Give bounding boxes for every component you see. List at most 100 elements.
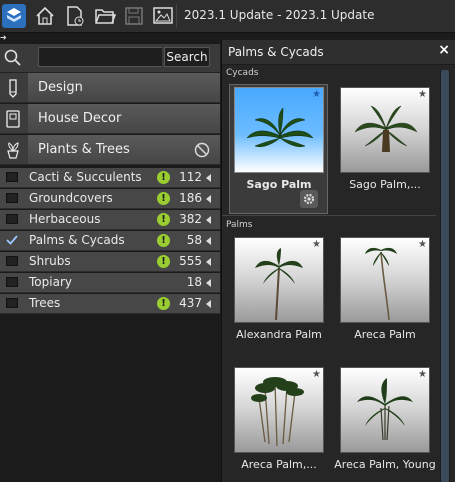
library-header: Palms & Cycads × [222, 40, 455, 65]
expand-arrow-icon[interactable] [206, 237, 211, 245]
plant-icon [7, 142, 19, 159]
checkmark-icon[interactable] [6, 235, 18, 245]
item-thumbnail [340, 87, 430, 173]
subcategory-row[interactable]: Trees ! 437 [0, 294, 220, 314]
subcategory-name: Shrubs [29, 254, 71, 268]
open-folder-icon[interactable] [92, 3, 118, 29]
alert-icon: ! [157, 213, 170, 226]
favorite-star-icon[interactable]: ★ [418, 89, 427, 100]
library-panel: Palms & Cycads × Cycads ★ Sago Palm ★ Sa… [221, 40, 455, 482]
item-count: 382 [179, 212, 202, 226]
sago-palm-variant-image [354, 105, 418, 152]
checkbox[interactable] [6, 214, 18, 224]
expand-arrow-icon[interactable] [206, 279, 211, 287]
subcategory-name: Herbaceous [29, 212, 101, 226]
subcategory-row[interactable]: Shrubs ! 555 [0, 252, 220, 272]
expand-arrow-icon[interactable] [206, 174, 211, 182]
category-label: House Decor [38, 111, 122, 126]
window-title: 2023.1 Update - 2023.1 Update [184, 8, 375, 22]
favorite-star-icon[interactable]: ★ [312, 369, 321, 380]
section-label-cycads: Cycads [226, 68, 259, 78]
new-document-icon[interactable] [62, 3, 88, 29]
alert-icon: ! [157, 192, 170, 205]
favorite-star-icon[interactable]: ★ [418, 239, 427, 250]
item-areca-palm-2[interactable]: ★ Areca Palm,... [234, 367, 324, 475]
main-toolbar: 2023.1 Update - 2023.1 Update [0, 0, 455, 33]
subcategory-row[interactable]: Palms & Cycads ! 58 [0, 231, 220, 251]
toolbar-separator [176, 4, 177, 28]
expand-arrow-icon[interactable] [206, 216, 211, 224]
favorite-star-icon[interactable]: ★ [312, 89, 321, 100]
item-areca-palm[interactable]: ★ Areca Palm [340, 237, 430, 345]
subcategory-row[interactable]: Topiary 18 [0, 273, 220, 293]
favorite-star-icon[interactable]: ★ [312, 239, 321, 250]
checkbox[interactable] [6, 193, 18, 203]
checkbox[interactable] [6, 298, 18, 308]
close-icon[interactable]: × [438, 42, 450, 58]
pencil-icon [9, 79, 17, 98]
item-thumbnail [234, 87, 324, 173]
item-thumbnail [340, 367, 430, 453]
expand-arrow-icon[interactable] [206, 258, 211, 266]
alert-icon: ! [157, 171, 170, 184]
subcategory-name: Cacti & Succulents [29, 170, 142, 184]
checkbox[interactable] [6, 256, 18, 266]
item-caption: Areca Palm,... [241, 458, 317, 471]
settings-gear-icon[interactable] [300, 190, 318, 208]
library-title: Palms & Cycads [228, 45, 324, 59]
areca-palm-young-image [357, 378, 413, 441]
expand-arrow-icon[interactable] [206, 195, 211, 203]
item-areca-palm-young[interactable]: ★ Areca Palm, Young [334, 367, 436, 475]
no-entry-icon[interactable] [194, 142, 210, 158]
category-house-decor[interactable]: House Decor [0, 104, 220, 134]
item-count: 58 [186, 233, 202, 247]
item-count: 437 [179, 296, 202, 310]
alert-icon: ! [157, 234, 170, 247]
search-input[interactable] [38, 47, 162, 67]
item-alexandra-palm[interactable]: ★ Alexandra Palm [234, 237, 324, 345]
subcategory-name: Palms & Cycads [29, 233, 125, 247]
subcategory-name: Groundcovers [29, 191, 113, 205]
item-caption: Areca Palm, Young [334, 458, 436, 471]
item-sago-palm-2[interactable]: ★ Sago Palm,... [340, 87, 430, 215]
section-label-palms: Palms [226, 220, 253, 230]
category-label: Design [38, 80, 83, 95]
item-thumbnail [234, 237, 324, 323]
subcategory-name: Topiary [29, 275, 72, 289]
app-logo-icon[interactable] [2, 4, 26, 28]
areca-palm-image [365, 247, 397, 321]
category-label: Plants & Trees [38, 142, 130, 157]
item-count: 18 [186, 275, 202, 289]
item-caption: Sago Palm,... [349, 178, 421, 191]
item-thumbnail [340, 237, 430, 323]
picture-icon[interactable] [150, 3, 176, 29]
item-caption: Alexandra Palm [236, 328, 322, 341]
subcategory-row[interactable]: Herbaceous ! 382 [0, 210, 220, 230]
search-icon [4, 49, 21, 66]
alexandra-palm-image [255, 248, 303, 321]
alert-icon: ! [157, 255, 170, 268]
category-design[interactable]: Design [0, 73, 220, 103]
areca-palm-cluster-image [251, 377, 304, 447]
subcategory-row[interactable]: Cacti & Succulents ! 112 [0, 168, 220, 188]
search-button[interactable]: Search [164, 47, 210, 67]
scrollbar-thumb[interactable] [441, 70, 449, 482]
pin-arrow-icon[interactable]: ➜ [0, 33, 7, 42]
alert-icon: ! [157, 297, 170, 310]
save-icon[interactable] [121, 3, 147, 29]
checkbox[interactable] [6, 172, 18, 182]
item-count: 555 [179, 254, 202, 268]
subcategory-row[interactable]: Groundcovers ! 186 [0, 189, 220, 209]
home-icon[interactable] [32, 3, 58, 29]
search-row: Search [0, 44, 220, 73]
item-count: 112 [179, 170, 202, 184]
category-plants-trees[interactable]: Plants & Trees [0, 135, 220, 165]
item-thumbnail [234, 367, 324, 453]
cabinet-icon [6, 110, 20, 128]
checkbox[interactable] [6, 277, 18, 287]
expand-arrow-icon[interactable] [206, 300, 211, 308]
sago-palm-image [246, 107, 314, 147]
section-divider [222, 215, 436, 216]
favorite-star-icon[interactable]: ★ [418, 369, 427, 380]
item-count: 186 [179, 191, 202, 205]
